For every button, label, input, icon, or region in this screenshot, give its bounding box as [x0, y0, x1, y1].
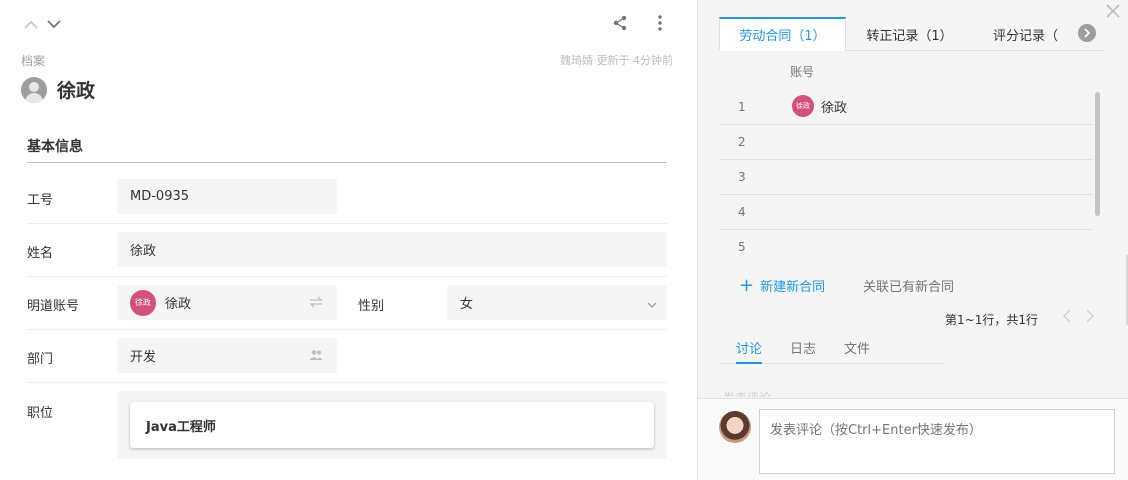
- position-field: Java工程师: [117, 391, 667, 459]
- member-name: 徐政: [821, 100, 848, 116]
- field-value: MD-0935: [130, 189, 190, 204]
- field-row-employee-no: 工号 MD-0935: [27, 171, 667, 224]
- field-label: 工号: [27, 193, 54, 208]
- chevron-down-icon: [647, 298, 657, 313]
- group-icon[interactable]: [309, 349, 323, 365]
- record-title-row: 徐政: [21, 76, 95, 103]
- member-name: 徐政: [165, 297, 192, 312]
- related-panel: 劳动合同（1） 转正记录（1） 评分记录（ 账号 1 徐政 徐政 2 3 4 5: [697, 0, 1128, 480]
- page-title: 徐政: [57, 80, 96, 102]
- table-row[interactable]: 4: [719, 195, 1093, 230]
- row-number: 3: [738, 170, 746, 184]
- discussion-tabs: 讨论 日志 文件: [719, 338, 945, 364]
- share-icon[interactable]: [612, 15, 628, 31]
- row-number: 4: [738, 205, 746, 219]
- field-value: 女: [460, 297, 474, 312]
- close-icon[interactable]: [1104, 2, 1122, 20]
- avatar: [21, 76, 47, 103]
- field-row-department: 部门 开发: [27, 330, 667, 383]
- field-value: 徐政: [130, 244, 157, 259]
- field-label: 部门: [27, 352, 54, 367]
- comment-composer: [698, 398, 1128, 480]
- tab-scroll-right-icon[interactable]: [1078, 24, 1096, 42]
- field-value: 开发: [130, 350, 157, 365]
- tab-discussion[interactable]: 讨论: [736, 338, 763, 364]
- record-detail-view: 档案 魏琦婧 更新于 4分钟前 徐政 基本信息 工号 MD-0935 姓名 徐政…: [0, 0, 1128, 480]
- record-panel: 档案 魏琦婧 更新于 4分钟前 徐政 基本信息 工号 MD-0935 姓名 徐政…: [0, 0, 697, 480]
- new-contract-button[interactable]: + 新建新合同: [739, 276, 825, 295]
- field-row-name: 姓名 徐政: [27, 224, 667, 277]
- tab-files[interactable]: 文件: [844, 338, 870, 364]
- field-label: 明道账号: [27, 299, 80, 314]
- row-number: 2: [738, 135, 746, 149]
- plus-icon: +: [739, 274, 755, 296]
- position-card[interactable]: Java工程师: [130, 402, 654, 448]
- field-label: 姓名: [27, 246, 54, 261]
- user-avatar: [719, 411, 751, 443]
- new-contract-label: 新建新合同: [760, 280, 826, 295]
- table-scrollbar[interactable]: [1095, 92, 1100, 216]
- pagination-info: 第1~1行，共1行: [945, 313, 1038, 327]
- table-row[interactable]: 1 徐政 徐政: [719, 90, 1093, 125]
- tab-rating-record[interactable]: 评分记录（: [973, 17, 1073, 51]
- gender-select[interactable]: 女: [447, 285, 667, 320]
- field-label: 性别: [358, 299, 385, 314]
- divider: [27, 162, 667, 163]
- member-avatar: 徐政: [130, 289, 156, 316]
- chevron-down-icon[interactable]: [46, 16, 62, 32]
- field-row-account: 明道账号 徐政 徐政 性别 女: [27, 277, 667, 330]
- section-title: 基本信息: [27, 139, 83, 155]
- prev-page-icon[interactable]: [1063, 308, 1077, 326]
- tab-probation-record[interactable]: 转正记录（1）: [846, 17, 973, 51]
- employee-no-field[interactable]: MD-0935: [117, 179, 337, 214]
- account-field[interactable]: 徐政 徐政: [117, 285, 337, 320]
- tab-log[interactable]: 日志: [790, 338, 816, 364]
- relation-tabs: 劳动合同（1） 转正记录（1） 评分记录（: [719, 17, 1104, 51]
- row-number: 5: [738, 240, 746, 254]
- swap-icon[interactable]: [309, 296, 323, 312]
- link-existing-contract-button[interactable]: 关联已有新合同: [863, 276, 954, 295]
- updated-info: 魏琦婧 更新于 4分钟前: [560, 54, 673, 67]
- account-cell: 徐政 徐政: [792, 95, 847, 117]
- table-row[interactable]: 3: [719, 160, 1093, 195]
- more-vertical-icon[interactable]: [652, 15, 668, 31]
- member-avatar: 徐政: [792, 95, 814, 117]
- tab-labor-contract[interactable]: 劳动合同（1）: [719, 17, 846, 51]
- worksheet-name: 档案: [21, 54, 46, 68]
- row-number: 1: [738, 100, 746, 114]
- chevron-up-icon[interactable]: [23, 16, 39, 32]
- field-label: 职位: [27, 406, 54, 421]
- table-row[interactable]: 5: [719, 230, 1093, 265]
- column-header-account: 账号: [790, 65, 815, 79]
- comment-input[interactable]: [759, 409, 1115, 474]
- department-field[interactable]: 开发: [117, 338, 337, 373]
- table-row[interactable]: 2: [719, 125, 1093, 160]
- comment-prompt: 发表评论: [723, 389, 771, 397]
- next-page-icon[interactable]: [1086, 308, 1100, 326]
- name-field[interactable]: 徐政: [117, 232, 667, 267]
